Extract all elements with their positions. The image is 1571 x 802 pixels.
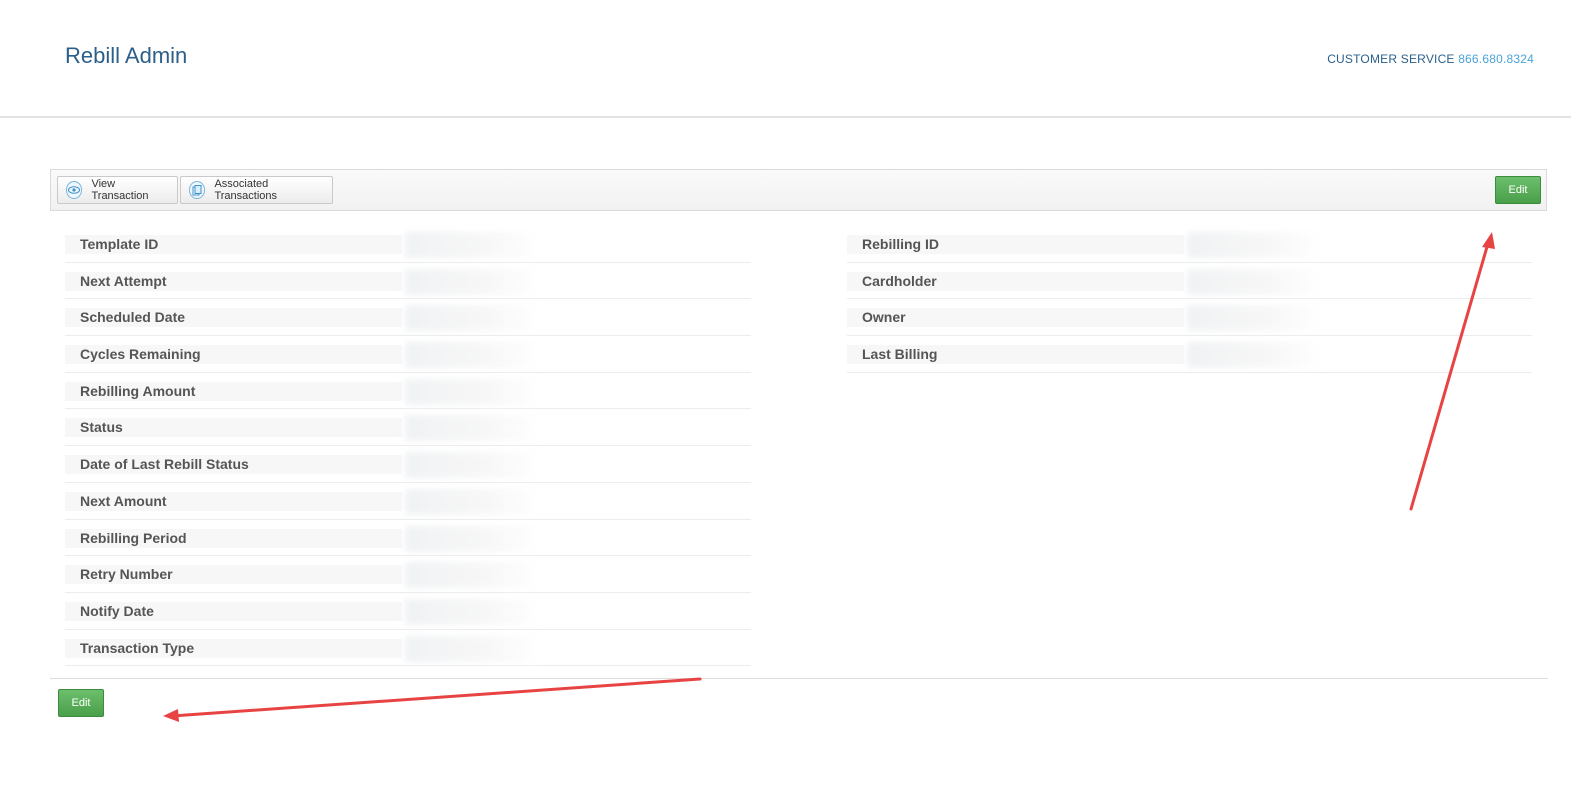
- detail-label: Date of Last Rebill Status: [65, 455, 402, 475]
- eye-icon: [66, 181, 83, 199]
- detail-row: Next Amount: [65, 483, 751, 520]
- detail-row: Scheduled Date: [65, 299, 751, 337]
- details-right-column: Rebilling ID Cardholder Owner Last Billing: [847, 226, 1532, 373]
- redacted-value: [405, 232, 542, 258]
- associated-transactions-label: Associated Transactions: [214, 178, 277, 202]
- redacted-value: [405, 452, 542, 479]
- redacted-value: [405, 598, 542, 625]
- toolbar: View Transaction Associated Transactions…: [50, 169, 1547, 211]
- detail-label: Template ID: [65, 235, 402, 254]
- edit-button-top[interactable]: Edit: [1495, 176, 1541, 204]
- detail-row: Rebilling Amount: [65, 373, 751, 410]
- edit-button-bottom[interactable]: Edit: [58, 689, 104, 717]
- divider: [50, 678, 1548, 679]
- redacted-value: [1187, 305, 1324, 332]
- detail-label: Cardholder: [847, 271, 1184, 291]
- view-transaction-button[interactable]: View Transaction: [57, 176, 178, 204]
- detail-row: Rebilling ID: [847, 226, 1532, 263]
- detail-label: Next Attempt: [65, 271, 402, 291]
- detail-row: Date of Last Rebill Status: [65, 446, 751, 483]
- redacted-value: [405, 342, 542, 369]
- detail-row: Rebilling Period: [65, 520, 751, 557]
- customer-service-label: CUSTOMER SERVICE: [1327, 52, 1455, 66]
- redacted-value: [405, 415, 542, 442]
- redacted-value: [405, 305, 542, 332]
- detail-label: Retry Number: [65, 565, 402, 585]
- detail-label: Last Billing: [847, 345, 1184, 365]
- redacted-value: [405, 525, 542, 552]
- associated-transactions-button[interactable]: Associated Transactions: [180, 176, 333, 204]
- customer-service-phone[interactable]: 866.680.8324: [1458, 52, 1534, 66]
- detail-label: Notify Date: [65, 601, 402, 621]
- page-header: Rebill Admin CUSTOMER SERVICE 866.680.83…: [0, 0, 1571, 118]
- redacted-value: [405, 562, 542, 589]
- redacted-value: [1187, 232, 1324, 258]
- redacted-value: [405, 378, 542, 405]
- detail-row: Template ID: [65, 226, 751, 263]
- detail-label: Rebilling Amount: [65, 381, 402, 401]
- detail-row: Cardholder: [847, 263, 1532, 300]
- redacted-value: [1187, 342, 1324, 369]
- detail-row: Cycles Remaining: [65, 336, 751, 373]
- detail-label: Scheduled Date: [65, 308, 402, 328]
- detail-label: Transaction Type: [65, 638, 402, 658]
- detail-label: Status: [65, 418, 402, 438]
- redacted-value: [405, 268, 542, 295]
- detail-row: Owner: [847, 299, 1532, 337]
- customer-service: CUSTOMER SERVICE 866.680.8324: [1327, 52, 1534, 66]
- detail-label: Rebilling ID: [847, 235, 1184, 254]
- documents-icon: [189, 181, 206, 199]
- redacted-value: [405, 488, 542, 515]
- detail-row: Next Attempt: [65, 263, 751, 300]
- details-left-column: Template ID Next Attempt Scheduled Date Cyc…: [65, 226, 751, 667]
- detail-row: Retry Number: [65, 556, 751, 593]
- annotation-arrow-bottom: [163, 677, 702, 722]
- detail-label: Next Amount: [65, 491, 402, 511]
- detail-label: Owner: [847, 308, 1184, 328]
- detail-label: Cycles Remaining: [65, 345, 402, 365]
- detail-label: Rebilling Period: [65, 528, 402, 548]
- view-transaction-label: View Transaction: [91, 178, 149, 202]
- detail-row: Transaction Type: [65, 630, 751, 667]
- detail-row: Notify Date: [65, 593, 751, 630]
- redacted-value: [405, 635, 542, 662]
- detail-row: Status: [65, 409, 751, 447]
- app-title: Rebill Admin: [65, 43, 188, 68]
- redacted-value: [1187, 268, 1324, 295]
- detail-row: Last Billing: [847, 336, 1532, 373]
